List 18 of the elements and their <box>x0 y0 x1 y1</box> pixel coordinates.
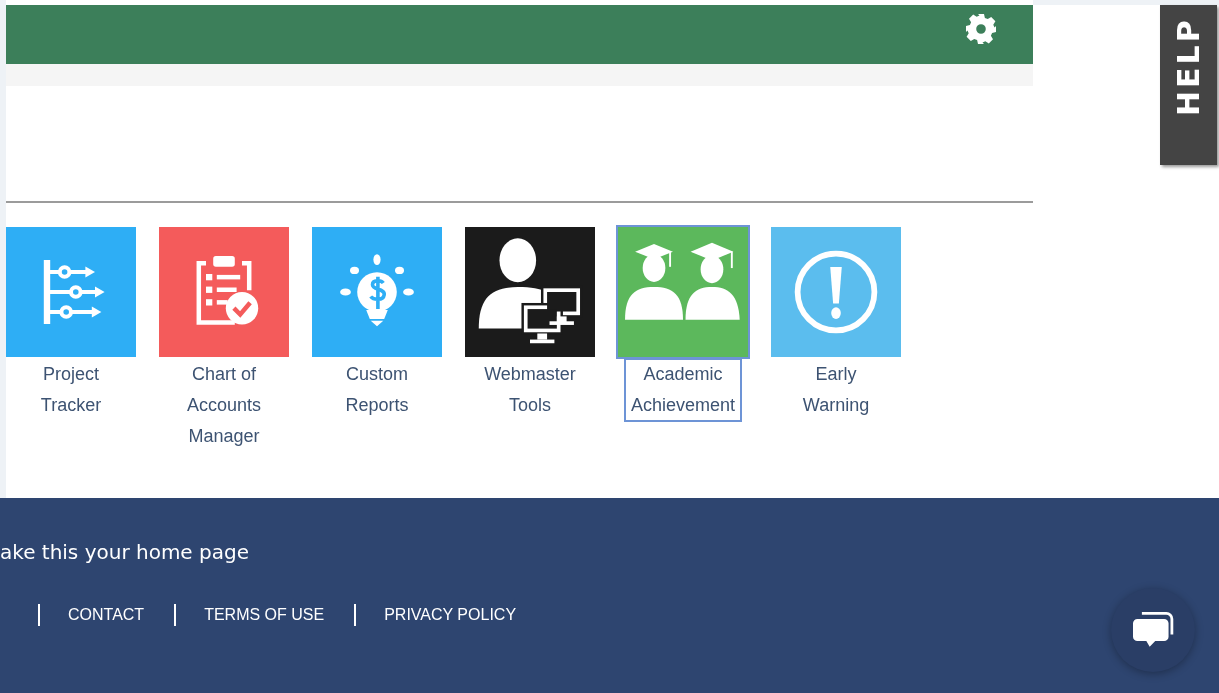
tile-label[interactable]: Project Tracker <box>13 359 129 421</box>
app-tile[interactable]: Chart of Accounts Manager <box>159 227 289 452</box>
home-page-link[interactable]: ake this your home page <box>0 540 1219 564</box>
app-tile[interactable]: Early Warning <box>771 227 901 452</box>
tile-label[interactable]: Academic Achievement <box>625 359 741 421</box>
tile-label[interactable]: Early Warning <box>778 359 894 421</box>
tile-label[interactable]: Chart of Accounts Manager <box>166 359 282 452</box>
tile-label[interactable]: Webmaster Tools <box>472 359 588 421</box>
chat-button[interactable] <box>1111 588 1195 672</box>
app-tile[interactable]: Custom Reports <box>312 227 442 452</box>
help-tab[interactable]: HELP <box>1160 5 1217 165</box>
footer-link[interactable]: TERMS OF USE <box>174 604 355 626</box>
app-tile[interactable]: Webmaster Tools <box>465 227 595 452</box>
app-tile[interactable]: Academic Achievement <box>618 227 748 452</box>
footer-link[interactable]: CONTACT <box>38 604 175 626</box>
footer-link[interactable]: PRIVACY POLICY <box>354 604 547 626</box>
tile-label[interactable]: Custom Reports <box>319 359 435 421</box>
app-tile[interactable]: Project Tracker <box>6 227 136 452</box>
